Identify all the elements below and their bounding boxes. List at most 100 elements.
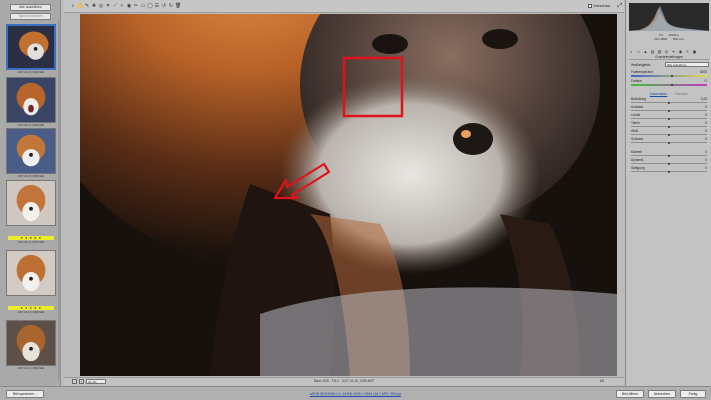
slider-value[interactable]: 5200 xyxy=(700,70,707,74)
open-image-button[interactable]: Bild öffnen xyxy=(616,390,644,398)
auto-link[interactable]: Automatisch xyxy=(650,92,668,96)
slider-value[interactable]: 0 xyxy=(705,121,707,125)
filmstrip-scrollbar[interactable] xyxy=(58,20,61,380)
slider-value[interactable]: 0 xyxy=(705,105,707,109)
graduated-filter-icon[interactable]: ▭ xyxy=(140,3,146,9)
snapshots-icon[interactable]: ▣ xyxy=(692,49,697,54)
thumb-caption: 2017-01-16_0096.NEF xyxy=(17,124,45,127)
done-button[interactable]: Fertig xyxy=(680,390,706,398)
filmstrip-thumb-2[interactable]: 2017-01-16_0096.NEF xyxy=(6,77,56,127)
slider-2[interactable]: Belichtung 0,00 xyxy=(631,97,707,105)
rotate-right-icon[interactable]: ↻ xyxy=(168,3,174,9)
tone-curve-icon[interactable]: ∿ xyxy=(636,49,641,54)
image-canvas[interactable] xyxy=(80,14,617,376)
slider-knob[interactable] xyxy=(671,83,674,86)
slider-6[interactable]: Weiß 0 xyxy=(631,129,707,137)
checkbox-box xyxy=(588,4,593,8)
slider-7[interactable]: Schwarz 0 xyxy=(631,137,707,145)
red-eye-icon[interactable]: ◉ xyxy=(126,3,132,9)
image-counter: 1/6 xyxy=(599,379,604,383)
slider-10[interactable]: Sättigung 0 xyxy=(631,166,707,174)
workflow-options-link[interactable]: sRGB IEC61966-2.1; 16 Bit; 4928 × 3264 (… xyxy=(0,392,711,396)
lens-icon[interactable]: ◎ xyxy=(664,49,669,54)
slider-knob[interactable] xyxy=(667,101,670,104)
thumb-image xyxy=(6,128,56,174)
slider-value[interactable]: 0 xyxy=(705,158,707,162)
slider-value[interactable]: 0 xyxy=(705,129,707,133)
current-filename: Nikon D3S · F/4.0 · 2017-01-16_0093.NEF xyxy=(313,379,375,383)
detail-icon[interactable]: ▲ xyxy=(643,49,648,54)
thumb-image xyxy=(6,250,56,296)
rating-stars[interactable]: ★ ★ ★ ★ ★ xyxy=(8,236,54,240)
slider-label: Sättigung xyxy=(631,166,645,170)
effects-icon[interactable]: ✦ xyxy=(671,49,676,54)
crop-icon[interactable]: ⌗ xyxy=(105,3,111,9)
trash-icon[interactable]: 🗑 xyxy=(175,3,181,9)
slider-knob[interactable] xyxy=(667,117,670,120)
preferences-icon[interactable]: ☰ xyxy=(154,3,160,9)
white-balance-select[interactable]: Wie Aufnahme xyxy=(665,62,709,67)
rotate-left-icon[interactable]: ↺ xyxy=(161,3,167,9)
thumb-image xyxy=(6,77,56,123)
adjustment-brush-icon[interactable]: ✏ xyxy=(133,3,139,9)
presets-icon[interactable]: ≡ xyxy=(685,49,690,54)
basic-tab-icon[interactable]: ◐ xyxy=(629,49,634,54)
filmstrip-thumb-5[interactable]: ★ ★ ★ ★ ★ 2017-01-16_0098.NEF xyxy=(6,250,56,314)
preview-checkbox[interactable]: Vorschau xyxy=(588,3,610,8)
straighten-icon[interactable]: ⟋ xyxy=(112,3,118,9)
slider-knob[interactable] xyxy=(667,125,670,128)
radial-filter-icon[interactable]: ◯ xyxy=(147,3,153,9)
zoom-icon[interactable]: ⌕ xyxy=(70,3,76,9)
filmstrip: Alle auswählen Synchronisieren 2017-01-1… xyxy=(0,0,61,386)
standard-link[interactable]: Standard xyxy=(675,92,688,96)
slider-label: Schwarz xyxy=(631,137,644,141)
slider-3[interactable]: Kontrast 0 xyxy=(631,105,707,113)
synchronize-button[interactable]: Synchronisieren xyxy=(10,13,51,20)
rating-stars[interactable]: ★ ★ ★ ★ ★ xyxy=(8,306,54,310)
slider-knob[interactable] xyxy=(667,162,670,165)
slider-value[interactable]: 0,00 xyxy=(701,97,707,101)
filmstrip-thumb-6[interactable]: 2017-01-16_0099.NEF xyxy=(6,320,56,370)
slider-knob[interactable] xyxy=(667,170,670,173)
slider-label: Farbton xyxy=(631,79,642,83)
white-balance-icon[interactable]: ✎ xyxy=(84,3,90,9)
thumb-image xyxy=(6,24,56,70)
hsl-icon[interactable]: ▤ xyxy=(650,49,655,54)
slider-knob[interactable] xyxy=(667,133,670,136)
thumb-caption: 2017-01-16_0098.NEF xyxy=(17,311,45,314)
spot-removal-icon[interactable]: ✧ xyxy=(119,3,125,9)
slider-5[interactable]: Tiefen 0 xyxy=(631,121,707,129)
fullscreen-icon[interactable]: ⤢ xyxy=(616,2,624,10)
filmstrip-thumb-4[interactable]: ★ ★ ★ ★ ★ 2017-01-16_0097.NEF xyxy=(6,180,56,244)
target-adjust-icon[interactable]: ◎ xyxy=(98,3,104,9)
slider-track[interactable] xyxy=(631,84,707,86)
cancel-button[interactable]: Abbrechen xyxy=(648,390,676,398)
white-balance-row: Weißabgleich: Wie Aufnahme xyxy=(631,62,709,67)
slider-0[interactable]: Farbtemperatur 5200 xyxy=(631,70,707,78)
hand-icon[interactable]: ✋ xyxy=(77,3,83,9)
slider-knob[interactable] xyxy=(667,141,670,144)
split-toning-icon[interactable]: ▥ xyxy=(657,49,662,54)
slider-knob[interactable] xyxy=(667,154,670,157)
slider-value[interactable]: 0 xyxy=(705,150,707,154)
filmstrip-thumb-1[interactable]: 2017-01-16_0093.NEF xyxy=(6,24,56,74)
slider-value[interactable]: 0 xyxy=(705,137,707,141)
slider-label: Kontrast xyxy=(631,105,643,109)
slider-knob[interactable] xyxy=(667,109,670,112)
slider-8[interactable]: Klarheit 0 xyxy=(631,150,707,158)
slider-value[interactable]: +7 xyxy=(703,79,707,83)
camera-raw-window: Alle auswählen Synchronisieren 2017-01-1… xyxy=(0,0,711,400)
slider-knob[interactable] xyxy=(671,74,674,77)
select-all-button[interactable]: Alle auswählen xyxy=(10,4,51,11)
slider-value[interactable]: 0 xyxy=(705,166,707,170)
slider-track[interactable] xyxy=(631,75,707,77)
slider-4[interactable]: Lichter 0 xyxy=(631,113,707,121)
slider-label: Belichtung xyxy=(631,97,646,101)
camera-calibration-icon[interactable]: ◉ xyxy=(678,49,683,54)
slider-1[interactable]: Farbton +7 xyxy=(631,79,707,87)
color-sampler-icon[interactable]: ✚ xyxy=(91,3,97,9)
slider-value[interactable]: 0 xyxy=(705,113,707,117)
thumb-caption: 2017-01-16_0095.NEF xyxy=(17,175,45,178)
slider-9[interactable]: Dynamik 0 xyxy=(631,158,707,166)
filmstrip-thumb-3[interactable]: 2017-01-16_0095.NEF xyxy=(6,128,56,178)
